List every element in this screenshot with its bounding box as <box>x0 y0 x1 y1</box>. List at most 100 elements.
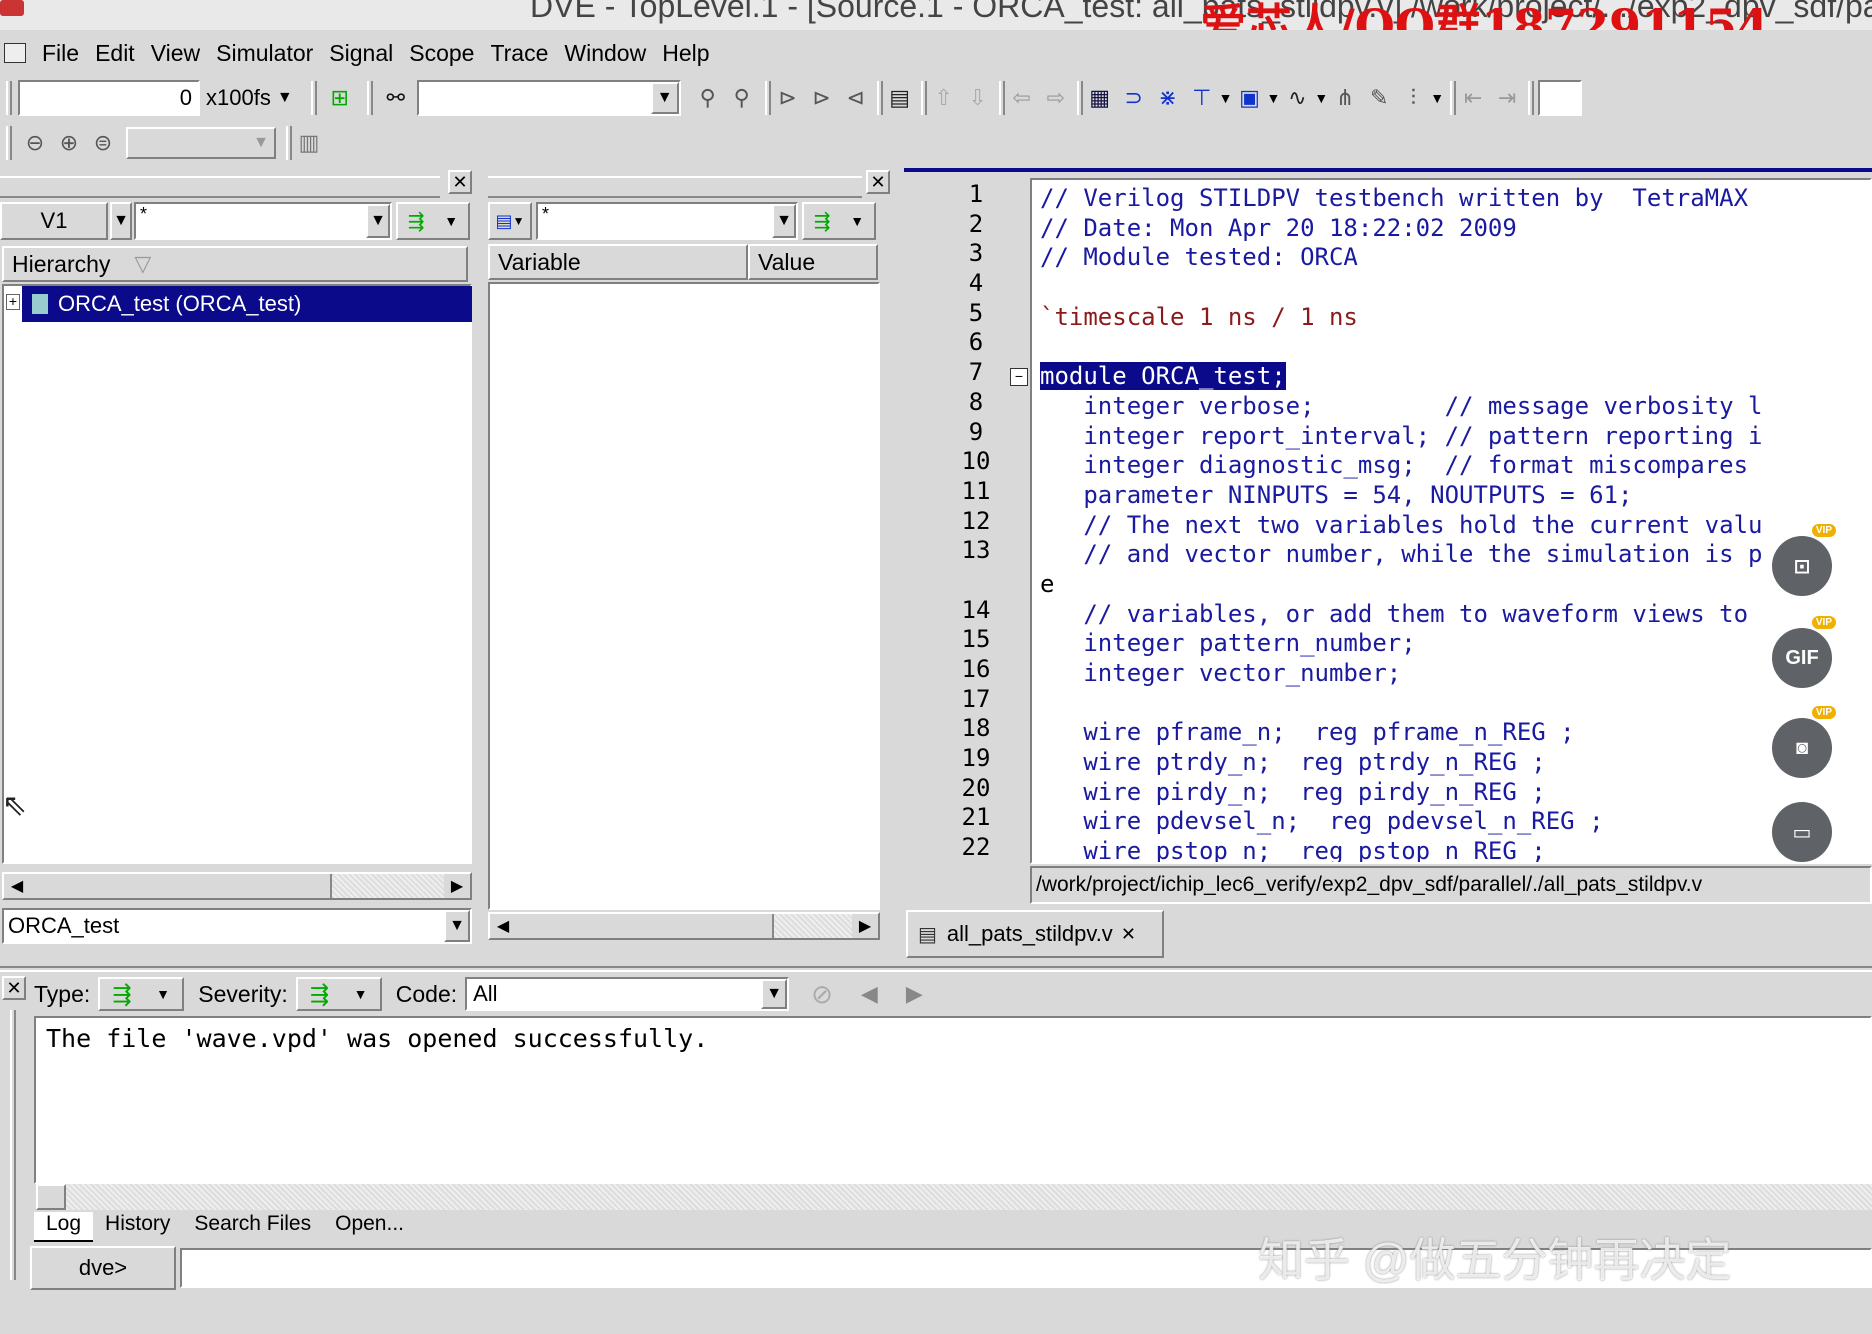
find-next-icon[interactable]: ⚲ <box>725 81 759 115</box>
back-arrow-icon[interactable]: ⇦ <box>1005 81 1039 115</box>
chevron-down-icon[interactable]: ▼ <box>277 89 293 107</box>
chevron-down-icon[interactable]: ▼ <box>1430 90 1444 106</box>
chevron-down-icon[interactable]: ▼ <box>366 204 390 238</box>
clear-icon[interactable]: ⊘ <box>811 979 833 1010</box>
extra-input[interactable] <box>1538 80 1583 116</box>
code-select[interactable]: All ▼ <box>465 977 790 1011</box>
hierarchy-icon[interactable]: ⊤ <box>1185 81 1219 115</box>
variable-filter-input[interactable]: * <box>538 204 772 238</box>
close-icon[interactable]: ✕ <box>448 170 472 194</box>
scroll-left-icon[interactable]: ◀ <box>490 914 516 938</box>
scroll-track[interactable] <box>774 914 852 938</box>
upload-icon[interactable]: ⇧ <box>927 81 961 115</box>
scroll-right-icon[interactable]: ▶ <box>852 914 878 938</box>
record-button[interactable]: VIP ◙ <box>1772 706 1836 778</box>
tab-open[interactable]: Open... <box>323 1212 416 1242</box>
tab-history[interactable]: History <box>93 1212 182 1242</box>
document-icon[interactable]: ▤ <box>883 81 917 115</box>
scope-field[interactable]: ORCA_test ▼ <box>2 908 472 944</box>
tree-item[interactable]: ORCA_test (ORCA_test) <box>22 286 472 322</box>
waveform-icon[interactable]: ∿ <box>1280 81 1314 115</box>
filter-funnel-icon[interactable]: ▽ <box>134 251 151 277</box>
eraser-icon[interactable]: ✎ <box>1362 81 1396 115</box>
next-message-icon[interactable]: ▶ <box>906 981 923 1007</box>
chevron-down-icon[interactable]: ▼ <box>772 204 796 238</box>
download-icon[interactable]: ⇩ <box>961 81 995 115</box>
time-input[interactable]: 0 <box>18 80 200 116</box>
menu-window[interactable]: Window <box>564 40 646 67</box>
signal-tree-icon[interactable]: ⋔ <box>1328 81 1362 115</box>
collapse-icon[interactable]: − <box>1010 368 1028 386</box>
tab-log[interactable]: Log <box>34 1212 94 1242</box>
variable-type-button[interactable]: ⇶ ▼ <box>802 202 876 240</box>
scroll-right-icon[interactable]: ▶ <box>444 874 470 898</box>
source-tab[interactable]: ▤ all_pats_stildpv.v ✕ <box>906 910 1164 958</box>
source-code-view[interactable]: // Verilog STILDPV testbench written by … <box>1030 178 1872 864</box>
menu-signal[interactable]: Signal <box>329 40 393 67</box>
hierarchy-column-header[interactable]: Hierarchy ▽ <box>2 246 468 282</box>
menu-scope[interactable]: Scope <box>409 40 474 67</box>
close-icon[interactable]: ✕ <box>866 170 890 194</box>
trace-x-icon[interactable]: ⊲ <box>839 81 873 115</box>
time-unit-select[interactable]: x100fs <box>206 85 271 111</box>
console-grip[interactable] <box>10 1010 16 1280</box>
zoom-right-icon[interactable]: ⇥ <box>1490 81 1524 115</box>
variable-column-header[interactable]: Variable <box>488 244 748 280</box>
severity-select[interactable]: ⇶ ▼ <box>295 977 382 1011</box>
menu-simulator[interactable]: Simulator <box>216 40 313 67</box>
toolbar-grip[interactable] <box>6 126 12 160</box>
chevron-down-icon[interactable]: ▼ <box>444 910 470 942</box>
bus-dim-icon[interactable]: ▥ <box>292 126 326 160</box>
close-tab-icon[interactable]: ✕ <box>1121 924 1136 945</box>
prev-message-icon[interactable]: ◀ <box>861 981 878 1007</box>
wave-window-icon[interactable]: ▣ <box>1233 81 1267 115</box>
chevron-down-icon[interactable]: ▼ <box>1219 90 1233 106</box>
scroll-thumb[interactable] <box>516 914 774 938</box>
pane-splitter[interactable] <box>0 966 1872 972</box>
path-schematic-icon[interactable]: ⋇ <box>1151 81 1185 115</box>
scroll-left-icon[interactable]: ◀ <box>4 874 30 898</box>
variable-hscrollbar[interactable]: ◀ ▶ <box>488 912 880 940</box>
scroll-track[interactable] <box>332 874 444 898</box>
hierarchy-filter[interactable]: * ▼ <box>134 202 392 240</box>
trace-driver-icon[interactable]: ⊳ <box>771 81 805 115</box>
zoom-left-icon[interactable]: ⇤ <box>1456 81 1490 115</box>
search-input[interactable] <box>419 82 651 114</box>
filter-type-button[interactable]: ⇶ ▼ <box>396 202 470 240</box>
schematic-icon[interactable]: ⊃ <box>1117 81 1151 115</box>
tab-search-files[interactable]: Search Files <box>182 1212 323 1242</box>
trace-load-icon[interactable]: ⊳ <box>805 81 839 115</box>
view-select[interactable]: V1 <box>0 202 108 240</box>
bus-icon[interactable]: ⫶ <box>1396 81 1430 115</box>
zoom-out-icon[interactable]: ⊖ <box>18 126 52 160</box>
value-column-header[interactable]: Value <box>748 244 878 280</box>
binoculars-icon[interactable]: ⚯ <box>379 81 413 115</box>
toolbar-grip[interactable] <box>366 81 373 115</box>
scroll-thumb[interactable] <box>36 1184 66 1210</box>
menu-view[interactable]: View <box>151 40 200 67</box>
variable-filter[interactable]: * ▼ <box>536 202 798 240</box>
command-prompt-button[interactable]: dve> <box>30 1246 176 1290</box>
binoculars-step-icon[interactable]: ⊞ <box>323 81 357 115</box>
console-hscrollbar[interactable] <box>36 1184 1872 1210</box>
menu-app-icon[interactable] <box>4 43 26 63</box>
toolbar-grip[interactable] <box>1528 81 1535 115</box>
scope-field-value[interactable]: ORCA_test <box>4 910 444 942</box>
chevron-down-icon[interactable]: ▼ <box>1314 90 1328 106</box>
find-prev-icon[interactable]: ⚲ <box>691 81 725 115</box>
menu-file[interactable]: File <box>42 40 79 67</box>
zoom-in-icon[interactable]: ⊕ <box>52 126 86 160</box>
gif-button[interactable]: VIP GIF <box>1772 616 1836 688</box>
screen-record-button[interactable]: ▭ <box>1772 802 1832 862</box>
type-select[interactable]: ⇶ ▼ <box>98 977 185 1011</box>
pane-drag-handle[interactable] <box>488 176 862 198</box>
toolbar-grip[interactable] <box>6 81 12 115</box>
hierarchy-filter-input[interactable]: * <box>136 204 366 238</box>
zoom-fit-icon[interactable]: ⊜ <box>86 126 120 160</box>
chevron-down-icon[interactable]: ▼ <box>1267 90 1281 106</box>
variable-view-button[interactable]: ▤ ▼ <box>488 202 532 240</box>
expand-icon[interactable]: + <box>6 294 20 310</box>
forward-arrow-icon[interactable]: ⇨ <box>1039 81 1073 115</box>
menu-edit[interactable]: Edit <box>95 40 135 67</box>
hierarchy-hscrollbar[interactable]: ◀ ▶ <box>2 872 472 900</box>
